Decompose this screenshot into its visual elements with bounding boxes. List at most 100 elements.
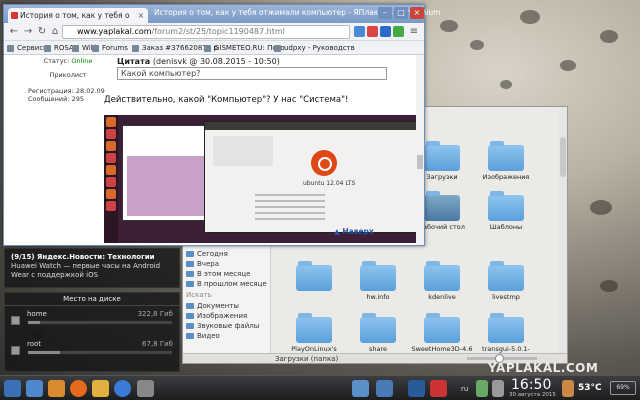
pager-icon[interactable] [137, 380, 154, 397]
folder-icon [360, 313, 396, 343]
bookmark-item[interactable]: Сервисы [7, 41, 49, 54]
scrollbar-thumb[interactable] [417, 155, 423, 169]
quote-header: Цитата (denisvk @ 30.08.2015 - 10:50) [117, 57, 280, 66]
window-task-icon[interactable] [352, 380, 369, 397]
keyboard-layout[interactable]: ru [461, 385, 468, 393]
folder-label: share [368, 345, 388, 353]
browser-window[interactable]: История о том, как у тебя о × История о … [3, 4, 440, 246]
window-task-icon[interactable] [376, 380, 393, 397]
drive-usage-bar [27, 320, 173, 325]
menu-icon[interactable]: ≡ [408, 26, 420, 38]
search-item[interactable]: Звуковые файлы [183, 321, 270, 331]
status-label: Статус: [43, 57, 70, 65]
news-text[interactable]: Huawei Watch — первые часы на Android We… [11, 262, 173, 280]
folder-icon [296, 313, 332, 343]
close-tab-icon[interactable]: × [138, 8, 144, 23]
reg-label: Регистрация: [28, 87, 74, 95]
minimize-button[interactable]: – [378, 7, 392, 19]
folder-item[interactable]: kdenlive [411, 261, 473, 301]
date[interactable]: 30 августа 2015 [509, 392, 556, 398]
places-item[interactable]: Вчера [183, 259, 270, 269]
news-widget[interactable]: (9/15) Яндекс.Новости: Технологии Huawei… [4, 248, 180, 288]
file-manager-launcher-icon[interactable] [48, 380, 65, 397]
url-host: www.yaplakal.com [77, 27, 152, 36]
search-item[interactable]: Видео [183, 331, 270, 341]
folder-icon [488, 261, 524, 291]
zoom-slider[interactable] [467, 354, 537, 363]
battery-indicator[interactable]: 69% [610, 381, 636, 395]
hard-drive-icon [11, 346, 20, 355]
folder-item[interactable]: share [347, 313, 409, 353]
app-menu-icon[interactable] [4, 380, 21, 397]
places-item[interactable]: В прошлом месяце [183, 279, 270, 289]
url-path: /forum2/st/25/topic1190487.html [151, 27, 285, 36]
status-value: Online [71, 57, 93, 65]
back-to-top-link[interactable]: ▲ Наверх [334, 227, 374, 236]
folder-item[interactable]: Изображения [475, 141, 537, 181]
drive-size: 67,8 Гиб [142, 340, 173, 348]
clock[interactable]: 16:50 [511, 377, 551, 393]
news-title[interactable]: (9/15) Яндекс.Новости: Технологии [11, 253, 173, 262]
scrollbar[interactable] [559, 107, 567, 353]
msgs-value: 295 [71, 95, 85, 103]
mail-icon[interactable] [92, 380, 109, 397]
places-item[interactable]: В этом месяце [183, 269, 270, 279]
bookmarks-bar: Сервисы ROSA Wiki Forums Заказ #376620870 рG… [4, 41, 424, 55]
folder-item[interactable]: SweetHome3D-4.6 [411, 313, 473, 353]
user-info: Статус: Online Приколист Регистрация: 28… [28, 57, 108, 103]
extension-icon[interactable] [354, 26, 365, 37]
folder-item[interactable]: livestmp [475, 261, 537, 301]
window-task-icon[interactable] [408, 380, 425, 397]
folder-icon [488, 141, 524, 171]
drive-size: 322,8 Гиб [137, 310, 173, 318]
places-item[interactable]: Сегодня [183, 249, 270, 259]
folder-label: Шаблоны [489, 223, 523, 231]
quote-title: Цитата [117, 57, 151, 66]
folder-label: livestmp [492, 293, 520, 301]
post-screenshot-image[interactable]: ubuntu 12.04 LTS [104, 115, 416, 243]
back-icon[interactable]: ← [8, 26, 20, 38]
page-scrollbar[interactable] [416, 55, 424, 245]
network-icon[interactable] [476, 380, 488, 397]
close-button[interactable]: × [410, 7, 424, 19]
temperature-icon [562, 380, 574, 397]
extension-icon[interactable] [367, 26, 378, 37]
browser-tab[interactable]: История о том, как у тебя о × [8, 8, 148, 23]
bookmark-item[interactable]: GISMETEO.RU: Пого [204, 41, 285, 54]
shield-extension-icon[interactable] [393, 26, 404, 37]
bookmark-item[interactable]: ROSA [44, 41, 74, 54]
drive-usage-bar [27, 350, 173, 355]
search-item[interactable]: Изображения [183, 311, 270, 321]
folder-item[interactable]: Шаблоны [475, 191, 537, 231]
screenshot-os-label: ubuntu 12.04 LTS [303, 180, 356, 187]
forward-icon[interactable]: → [22, 26, 34, 38]
drive-name: root [27, 340, 42, 348]
address-bar[interactable]: www.yaplakal.com/forum2/st/25/topic11904… [62, 25, 350, 39]
desktop-icon[interactable] [26, 380, 43, 397]
search-section-label: Искать [186, 291, 212, 299]
search-item[interactable]: Документы [183, 301, 270, 311]
folder-item[interactable]: hw.info [347, 261, 409, 301]
folder-item[interactable] [283, 261, 345, 293]
launcher-bar [104, 115, 118, 243]
bookmark-item[interactable]: udpxy - Руководств [274, 41, 355, 54]
reg-value: 28.02.09 [75, 87, 105, 95]
disk-row: home 322,8 Гиб [11, 310, 173, 336]
quote-box: Какой компьютер? [117, 67, 387, 80]
title-bar[interactable]: История о том, как у тебя о × История о … [4, 5, 440, 23]
folder-label: Изображения [482, 173, 530, 181]
bookmark-item[interactable]: Forums [92, 41, 128, 54]
volume-icon[interactable] [492, 380, 504, 397]
chromium-icon[interactable] [114, 380, 131, 397]
reload-icon[interactable]: ↻ [36, 26, 48, 38]
firefox-icon[interactable] [70, 380, 87, 397]
disk-usage-widget: Место на диске home 322,8 Гиб root 67,8 Гиб [4, 292, 180, 372]
folder-label: kdenlive [428, 293, 456, 301]
vk-extension-icon[interactable] [380, 26, 391, 37]
home-icon[interactable]: ⌂ [49, 26, 61, 38]
folder-icon [424, 191, 460, 221]
screenshot-about-window: ubuntu 12.04 LTS [204, 121, 416, 233]
tray-icon[interactable] [430, 380, 447, 397]
folder-icon [424, 313, 460, 343]
maximize-button[interactable]: □ [394, 7, 408, 19]
